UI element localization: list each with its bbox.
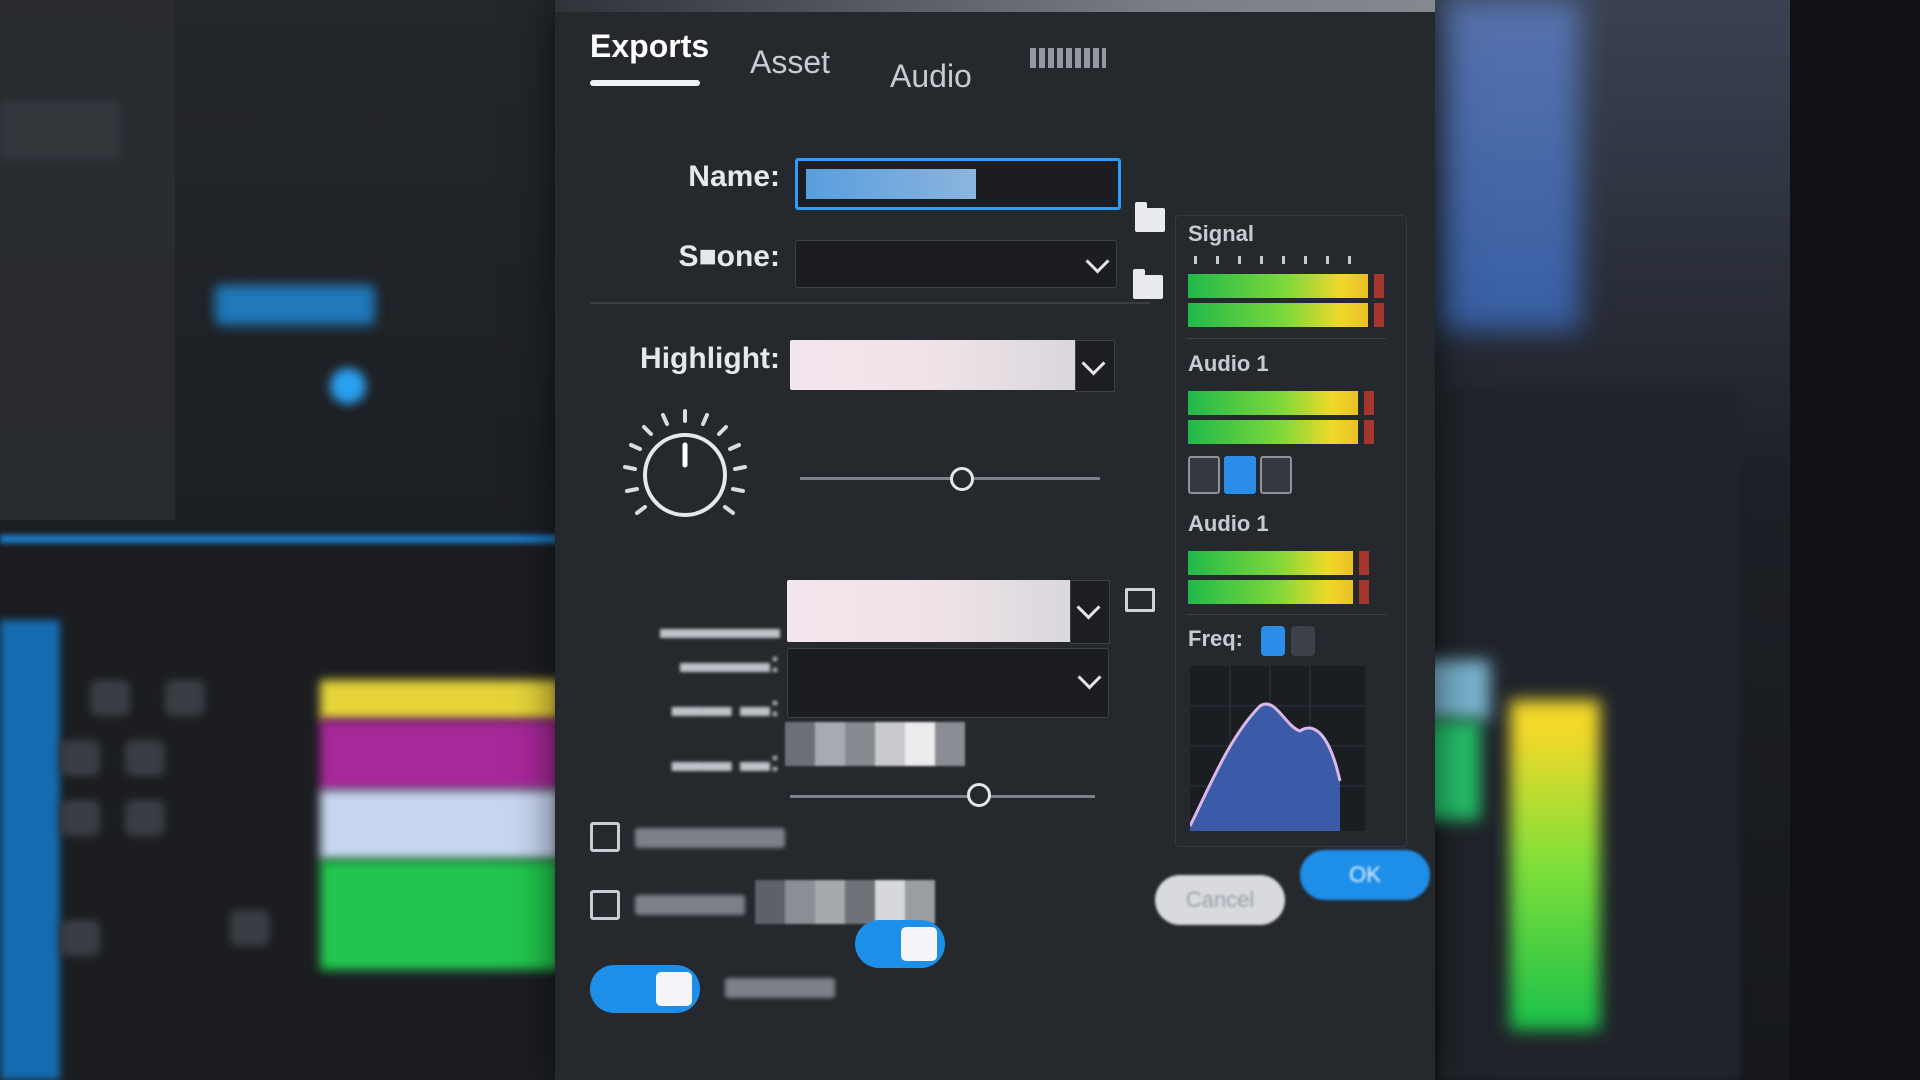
background-tool [60, 920, 100, 956]
toggle-knob [656, 972, 692, 1006]
audio2-meter-left [1188, 551, 1369, 575]
background-bar [0, 100, 120, 160]
slider-thumb[interactable] [950, 467, 974, 491]
folder-icon[interactable] [1135, 202, 1165, 232]
toggle-label [725, 978, 835, 998]
highlight-dropdown[interactable] [1075, 340, 1115, 392]
option-checkbox[interactable] [590, 822, 620, 852]
format-dropdown[interactable] [787, 648, 1109, 718]
signal-label: Signal [1188, 221, 1255, 246]
divider [1186, 338, 1386, 339]
toggle-knob [901, 927, 937, 961]
background-toolbar [0, 620, 60, 1080]
export-dialog: Exports Asset Audio Name: S■one: Highlig… [555, 0, 1435, 1080]
slider-track [790, 795, 1095, 798]
background-sidebar [0, 0, 175, 520]
audio2-label: Audio 1 [1188, 511, 1269, 536]
folder-icon[interactable] [1133, 269, 1163, 299]
background-tool [125, 800, 165, 836]
preset-dropdown[interactable] [1070, 580, 1110, 644]
tab-asset[interactable]: Asset [750, 44, 830, 81]
peak-indicator [1359, 551, 1369, 575]
solo-icon[interactable] [1188, 456, 1220, 494]
background-tool [125, 740, 165, 776]
peak-indicator [1364, 420, 1374, 444]
background-track-green [320, 860, 560, 970]
meter-scale [1194, 256, 1364, 264]
peak-indicator [1374, 274, 1384, 298]
tab-exports[interactable]: Exports [590, 28, 709, 65]
tab-audio[interactable]: Audio [890, 58, 972, 95]
preset-label: ▬▬▬▬ ▬▬▬: [660, 612, 780, 679]
quality-swatches[interactable] [785, 722, 965, 766]
background-edge [1790, 0, 1920, 1080]
name-label: Name: [688, 160, 780, 193]
ok-button[interactable]: OK [1300, 850, 1430, 900]
gain-knob[interactable] [615, 405, 755, 545]
freq-toggle-on[interactable] [1261, 626, 1285, 656]
active-tab-indicator [590, 80, 700, 86]
name-input-selection [806, 169, 976, 199]
peak-indicator [1364, 391, 1374, 415]
background-playhead [330, 368, 366, 404]
cancel-button[interactable]: Cancel [1155, 875, 1285, 925]
folder-open-icon[interactable] [1125, 588, 1155, 612]
toggle-switch[interactable] [590, 965, 700, 1013]
background-tool [165, 680, 205, 716]
background-track-yellow [320, 680, 560, 720]
background-level-meter [1510, 700, 1600, 1030]
tab-overflow-icon[interactable] [1030, 48, 1106, 68]
background-preview-glow [1440, 0, 1580, 330]
audio1-meter-right [1188, 420, 1374, 444]
signal-meter-left [1188, 274, 1384, 298]
quality-label: ▬▬ ▬: [671, 745, 780, 778]
chevron-down-icon [1085, 249, 1110, 274]
peak-indicator [1359, 580, 1369, 604]
background-timeline-border [0, 535, 560, 543]
background-tool [60, 740, 100, 776]
divider [590, 302, 1150, 304]
chevron-down-icon [1081, 351, 1106, 376]
highlight-label: Highlight: [640, 342, 780, 375]
frequency-curve [1188, 666, 1365, 831]
divider [1186, 614, 1386, 615]
background-track-light [320, 790, 560, 860]
scene-dropdown[interactable] [795, 240, 1117, 288]
format-label: ▬▬ ▬: [671, 690, 780, 723]
chevron-down-icon [1077, 665, 1102, 690]
background-track-purple [320, 720, 560, 790]
background-tool [60, 800, 100, 836]
audio1-label: Audio 1 [1188, 351, 1269, 376]
option-label [635, 895, 745, 915]
freq-toggle-off[interactable] [1291, 626, 1315, 656]
chevron-down-icon [1076, 595, 1101, 620]
scene-label: S■one: [678, 240, 780, 273]
monitor-icon[interactable] [1224, 456, 1256, 494]
background-tool [230, 910, 270, 946]
audio-meters-panel: Signal Audio 1 Audio 1 Freq: [1175, 215, 1407, 847]
highlight-color-field[interactable] [790, 340, 1080, 390]
preset-color-field[interactable] [787, 580, 1077, 642]
frequency-graph [1188, 666, 1365, 831]
audio2-meter-right [1188, 580, 1369, 604]
slider-thumb[interactable] [967, 783, 992, 807]
option-label [635, 828, 785, 848]
freq-label: Freq: [1188, 626, 1243, 651]
audio1-meter-left [1188, 391, 1374, 415]
toggle-switch[interactable] [855, 920, 945, 968]
option-checkbox[interactable] [590, 890, 620, 920]
peak-indicator [1374, 303, 1384, 327]
signal-meter-right [1188, 303, 1384, 327]
background-tool [90, 680, 130, 716]
option-swatches[interactable] [755, 880, 935, 924]
mute-icon[interactable] [1260, 456, 1292, 494]
background-blue-label [215, 285, 375, 325]
name-input[interactable] [795, 158, 1121, 210]
